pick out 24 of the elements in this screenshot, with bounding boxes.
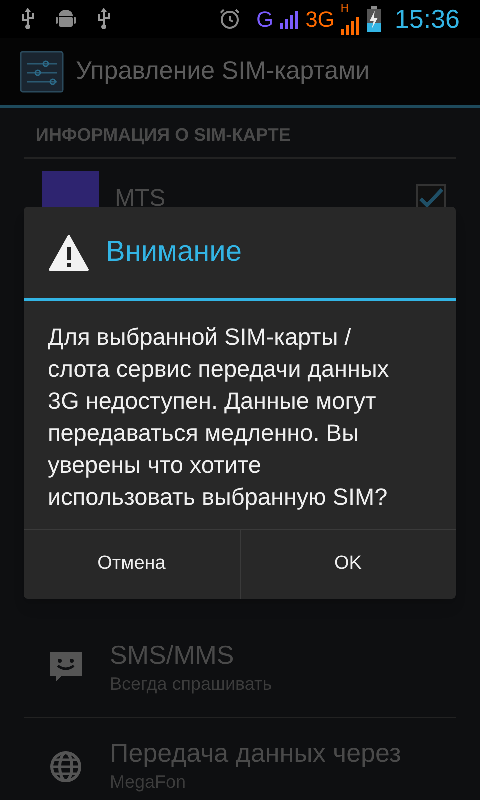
dialog-button[interactable]: OK xyxy=(240,530,456,599)
warning-icon xyxy=(48,234,90,272)
usb-icon xyxy=(20,8,36,30)
clock: 15:36 xyxy=(394,2,460,36)
battery-charging-icon xyxy=(366,6,381,32)
dialog-title: Внимание xyxy=(106,234,242,270)
network-type: G xyxy=(256,6,274,34)
sim-name: MTS xyxy=(115,184,167,214)
screen-title: Управление SIM-картами xyxy=(76,56,370,87)
android-icon xyxy=(56,8,76,30)
network-type: 3G xyxy=(306,6,335,34)
chat-smiley-icon xyxy=(50,652,82,684)
alarm-icon xyxy=(218,7,242,31)
section-header: ИНФОРМАЦИЯ О SIM-КАРТЕ xyxy=(36,125,291,145)
network-letter: H xyxy=(340,4,349,14)
sliders-icon xyxy=(20,50,64,92)
usb-icon xyxy=(96,8,112,30)
setting-title: SMS/MMS xyxy=(110,638,236,670)
dialog-button[interactable]: Отмена xyxy=(24,530,240,599)
globe-icon xyxy=(50,750,82,782)
signal-icon xyxy=(280,9,300,29)
setting-title: Передача данных через xyxy=(110,737,402,769)
signal-icon xyxy=(340,14,361,34)
dialog-message: Для выбранной SIM-карты / слота сервис передачи данных 3G недоступен. Данные могут передаваться медленно. Вы уверены что хотите использовать выбранную SIM? xyxy=(47,323,390,512)
